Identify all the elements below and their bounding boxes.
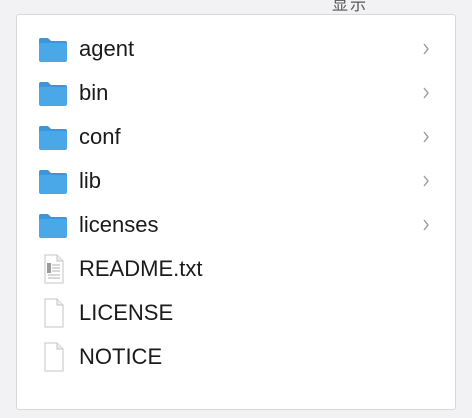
list-item-file[interactable]: LICENSE [17, 291, 455, 335]
item-label: licenses [79, 212, 159, 237]
folder-icon [37, 166, 69, 196]
folder-icon [37, 34, 69, 64]
file-list-panel: agent bin conf lib licenses README.txt L… [16, 14, 456, 410]
chevron-right-icon[interactable] [421, 42, 431, 56]
item-label: lib [79, 168, 102, 193]
file-list: agent bin conf lib licenses README.txt L… [17, 27, 455, 379]
chevron-right-icon[interactable] [421, 174, 431, 188]
list-item-folder[interactable]: licenses [17, 203, 455, 247]
chevron-right-icon[interactable] [421, 86, 431, 100]
item-label: agent [79, 36, 135, 61]
blank-document-icon [37, 342, 69, 372]
list-item-folder[interactable]: conf [17, 115, 455, 159]
item-label: README.txt [79, 256, 203, 281]
list-item-folder[interactable]: agent [17, 27, 455, 71]
list-item-folder[interactable]: bin [17, 71, 455, 115]
item-label: NOTICE [79, 344, 163, 369]
text-document-icon [37, 254, 69, 284]
list-item-file[interactable]: NOTICE [17, 335, 455, 379]
folder-icon [37, 210, 69, 240]
item-label: LICENSE [79, 300, 174, 325]
item-label: bin [79, 80, 109, 105]
toolbar-label: 显示 [332, 0, 369, 14]
folder-icon [37, 122, 69, 152]
chevron-right-icon[interactable] [421, 218, 431, 232]
blank-document-icon [37, 298, 69, 328]
toolbar-strip: 显示 [0, 0, 472, 14]
folder-icon [37, 78, 69, 108]
item-label: conf [79, 124, 121, 149]
chevron-right-icon[interactable] [421, 130, 431, 144]
list-item-file[interactable]: README.txt [17, 247, 455, 291]
list-item-folder[interactable]: lib [17, 159, 455, 203]
